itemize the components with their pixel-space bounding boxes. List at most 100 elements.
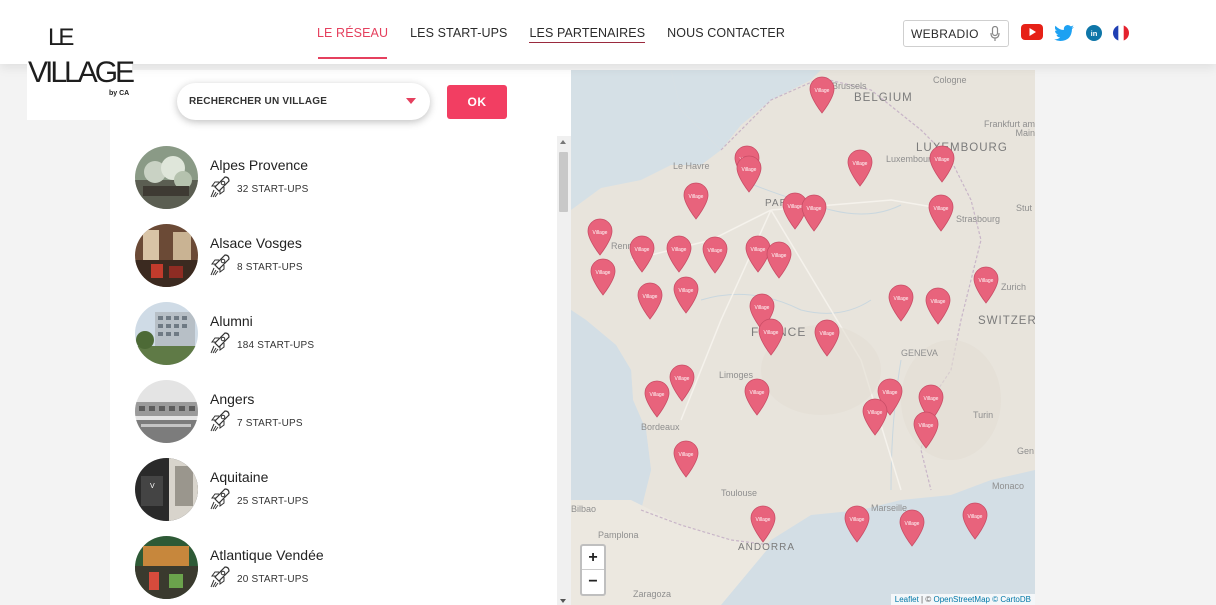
village-thumbnail: V (135, 458, 198, 521)
map-city-label: Monaco (992, 481, 1025, 491)
list-item[interactable]: Alpes Provence 32 START-UPS (110, 146, 556, 224)
linkedin-icon[interactable]: in (1086, 25, 1102, 41)
nav-nous-contacter[interactable]: NOUS CONTACTER (656, 0, 796, 64)
svg-text:Village: Village (764, 330, 779, 336)
svg-text:Village: Village (894, 296, 909, 302)
village-marker-icon[interactable]: Village (862, 398, 888, 436)
map-country-label: ANDORRA (738, 542, 796, 553)
map-country-label: BELGIUM (854, 92, 913, 104)
list-item[interactable]: V Aquitaine 25 START-UPS (110, 458, 556, 536)
logo-line1: LE (48, 24, 74, 51)
startup-count: 7 START-UPS (237, 418, 303, 429)
village-marker-icon[interactable]: Village (683, 182, 709, 220)
rocket-icon (210, 332, 230, 354)
village-marker-icon[interactable]: Village (925, 287, 951, 325)
map-city-label: Le Havre (673, 161, 710, 171)
nav-les-partenaires[interactable]: LES PARTENAIRES (518, 0, 656, 64)
map-city-label: Strasbourg (956, 214, 1001, 224)
village-marker-icon[interactable]: Village (629, 235, 655, 273)
svg-text:in: in (1091, 29, 1098, 38)
scroll-up-icon[interactable] (560, 140, 566, 144)
village-marker-icon[interactable]: Village (973, 266, 999, 304)
village-marker-icon[interactable]: Village (847, 149, 873, 187)
logo-line2: VILLAGE (28, 56, 135, 89)
village-thumbnail (135, 146, 198, 209)
svg-text:Village: Village (679, 452, 694, 458)
ok-button[interactable]: OK (447, 85, 507, 119)
webradio-button[interactable]: WEBRADIO (903, 20, 1009, 47)
village-marker-icon[interactable]: Village (637, 282, 663, 320)
list-item[interactable]: Atlantique Vendée 20 START-UPS (110, 536, 556, 605)
nav-le-reseau[interactable]: LE RÉSEAU (306, 0, 399, 64)
village-marker-icon[interactable]: Village (644, 380, 670, 418)
startup-count: 20 START-UPS (237, 574, 309, 585)
startup-count: 25 START-UPS (237, 496, 309, 507)
village-marker-icon[interactable]: Village (928, 194, 954, 232)
village-marker-icon[interactable]: Village (809, 76, 835, 114)
svg-text:Village: Village (883, 390, 898, 396)
select-value: RECHERCHER UN VILLAGE (189, 96, 328, 107)
svg-text:Village: Village (679, 288, 694, 294)
svg-text:Village: Village (931, 299, 946, 305)
carto-link[interactable]: © CartoDB (992, 595, 1031, 604)
village-marker-icon[interactable]: Village (814, 319, 840, 357)
village-marker-icon[interactable]: Village (590, 258, 616, 296)
svg-text:V: V (150, 483, 155, 490)
map-city-label: Turin (973, 410, 994, 420)
village-marker-icon[interactable]: Village (736, 155, 762, 193)
village-marker-icon[interactable]: Village (744, 378, 770, 416)
village-marker-icon[interactable]: Village (929, 145, 955, 183)
svg-text:Village: Village (756, 517, 771, 523)
startup-count: 8 START-UPS (237, 262, 303, 273)
list-item[interactable]: Alumni 184 START-UPS (110, 302, 556, 380)
map-attribution: Leaflet | © OpenStreetMap © CartoDB (890, 594, 1035, 605)
svg-text:Village: Village (820, 331, 835, 337)
village-marker-icon[interactable]: Village (888, 284, 914, 322)
youtube-icon[interactable] (1021, 24, 1043, 40)
scrollbar-thumb[interactable] (559, 152, 568, 212)
rocket-icon (210, 566, 230, 588)
village-list: Alpes Provence 32 START-UPS Alsace Vosge… (110, 144, 556, 605)
village-marker-icon[interactable]: Village (913, 411, 939, 449)
village-search-select[interactable]: RECHERCHER UN VILLAGE (177, 83, 430, 120)
list-item[interactable]: Angers 7 START-UPS (110, 380, 556, 458)
scroll-down-icon[interactable] (560, 599, 566, 603)
village-marker-icon[interactable]: Village (669, 364, 695, 402)
list-scrollbar[interactable] (557, 136, 571, 605)
attribution-separator: | © (921, 595, 932, 604)
leaflet-link[interactable]: Leaflet (895, 595, 919, 604)
svg-text:Village: Village (905, 521, 920, 527)
village-marker-icon[interactable]: Village (844, 505, 870, 543)
village-marker-icon[interactable]: Village (758, 318, 784, 356)
village-marker-icon[interactable]: Village (587, 218, 613, 256)
svg-text:Village: Village (868, 410, 883, 416)
svg-text:Village: Village (635, 247, 650, 253)
map-city-label: Zurich (1001, 282, 1027, 292)
village-marker-icon[interactable]: Village (801, 194, 827, 232)
rocket-icon (210, 488, 230, 510)
svg-text:Village: Village (919, 423, 934, 429)
svg-text:Village: Village (750, 390, 765, 396)
village-marker-icon[interactable]: Village (673, 440, 699, 478)
osm-link[interactable]: OpenStreetMap (933, 595, 989, 604)
list-item[interactable]: Alsace Vosges 8 START-UPS (110, 224, 556, 302)
zoom-in-button[interactable]: + (582, 546, 604, 570)
french-flag-icon[interactable] (1113, 25, 1129, 41)
village-marker-icon[interactable]: Village (766, 241, 792, 279)
village-marker-icon[interactable]: Village (673, 276, 699, 314)
svg-text:Village: Village (689, 194, 704, 200)
zoom-out-button[interactable]: − (582, 570, 604, 594)
map-city-label: Brussels (832, 81, 867, 91)
svg-text:Village: Village (772, 253, 787, 259)
village-marker-icon[interactable]: Village (702, 236, 728, 274)
map-city-label: Bilbao (571, 504, 597, 514)
village-marker-icon[interactable]: Village (750, 505, 776, 543)
village-marker-icon[interactable]: Village (899, 509, 925, 547)
le-village-logo[interactable]: LE VILLAGE by CA (27, 14, 135, 120)
nav-les-start-ups[interactable]: LES START-UPS (399, 0, 518, 64)
twitter-icon[interactable] (1054, 25, 1074, 41)
village-marker-icon[interactable]: Village (962, 502, 988, 540)
village-map[interactable]: Brussels Cologne BELGIUM Frankfurt am Ma… (571, 70, 1035, 605)
village-list-panel: RECHERCHER UN VILLAGE OK Alpes Provence … (110, 70, 571, 605)
village-marker-icon[interactable]: Village (666, 235, 692, 273)
